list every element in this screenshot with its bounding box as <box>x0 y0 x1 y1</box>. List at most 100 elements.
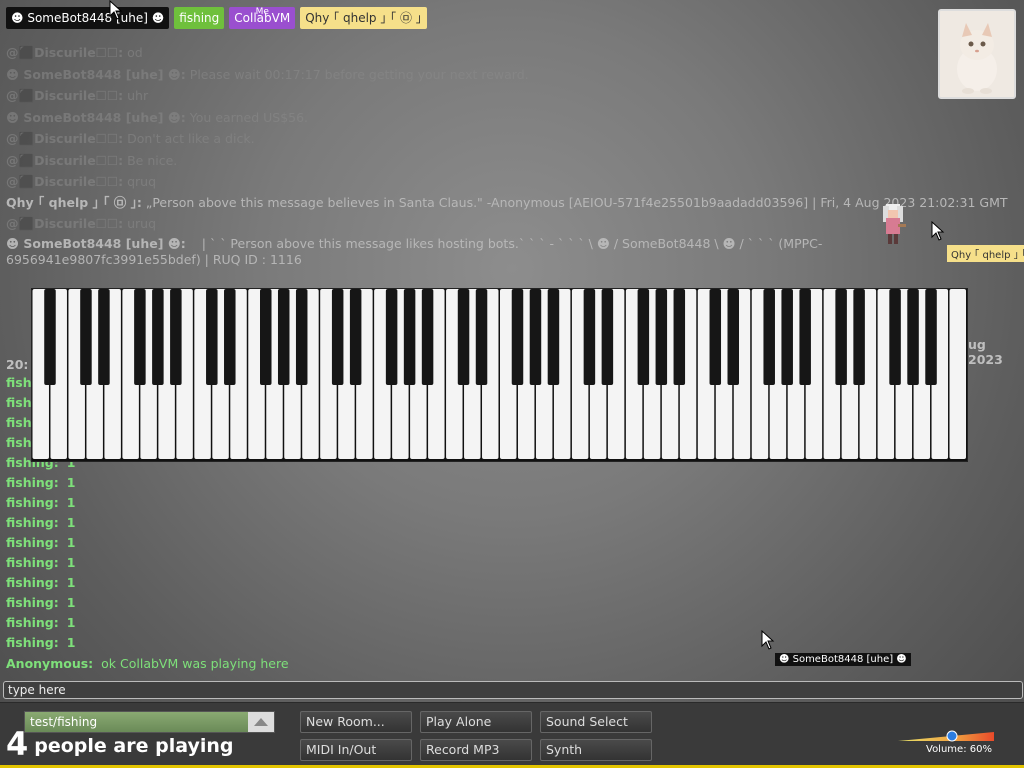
black-key[interactable] <box>457 289 470 385</box>
black-key[interactable] <box>170 289 182 385</box>
black-key[interactable] <box>925 289 937 385</box>
chat-nick: fishing: <box>6 515 59 530</box>
partial-date-text: ug 2023 <box>968 337 1003 367</box>
black-key[interactable] <box>727 289 740 385</box>
black-key[interactable] <box>529 289 542 385</box>
black-key[interactable] <box>709 289 722 385</box>
chat-message-fishing: fishing: 1 <box>6 513 75 533</box>
black-key[interactable] <box>655 289 668 385</box>
volume-track[interactable] <box>898 729 998 743</box>
chat-nick: fishing: <box>6 595 59 610</box>
chat-nick: fishing: <box>6 495 59 510</box>
user-name: ☻ SomeBot8448 [uhe] ☻ <box>11 11 165 25</box>
black-key[interactable] <box>277 289 290 385</box>
user-tag-somebot[interactable]: ☻ SomeBot8448 [uhe] ☻ <box>6 7 170 29</box>
user-name: Qhy ｢ qhelp ｣ ｢ ㉤ ｣ <box>305 11 422 25</box>
chat-message: @⬛Discurile☐☐: qruq <box>6 174 157 189</box>
chat-message-fishing: fishing: 1 <box>6 533 75 553</box>
chat-message-fishing: fishing: 1 <box>6 493 75 513</box>
cursor-label: Qhy ｢ qhelp ｣ ｢ <box>947 245 1024 262</box>
chat-text: 1 <box>66 635 76 650</box>
chat-text: 1 <box>66 535 76 550</box>
chat-nick: fishing: <box>6 535 59 550</box>
piano-keyboard[interactable] <box>31 288 968 462</box>
black-key[interactable] <box>206 289 218 385</box>
black-key[interactable] <box>98 289 110 385</box>
black-key[interactable] <box>134 289 146 385</box>
chat-nick: fishing: <box>6 635 59 650</box>
chat-nick: fishing: <box>6 575 59 590</box>
chat-message: @⬛Discurile☐☐: Don't act like a dick. <box>6 131 255 146</box>
black-key[interactable] <box>673 289 686 385</box>
sound-select-button[interactable]: Sound Select <box>540 711 652 733</box>
black-key[interactable] <box>385 289 398 385</box>
chat-nick: fishing: <box>6 555 59 570</box>
me-indicator: Me <box>255 7 269 17</box>
cursor-arrow-icon <box>761 630 775 650</box>
chat-text: 1 <box>66 615 76 630</box>
chevron-up-icon[interactable] <box>248 712 274 732</box>
black-key[interactable] <box>224 289 236 385</box>
volume-slider[interactable]: Volume: 60% <box>898 729 998 757</box>
chat-message: @⬛Discurile☐☐: uhr <box>6 88 149 103</box>
piano-keys[interactable] <box>32 289 967 461</box>
black-key[interactable] <box>421 289 434 385</box>
midi-button[interactable]: MIDI In/Out <box>300 739 412 761</box>
cursor-arrow-icon <box>109 0 123 20</box>
white-key[interactable] <box>949 289 966 459</box>
player-sprite <box>877 200 909 248</box>
play-alone-button[interactable]: Play Alone <box>420 711 532 733</box>
user-list: ☻ SomeBot8448 [uhe] ☻ fishing Me CollabVM… <box>6 7 427 29</box>
black-key[interactable] <box>583 289 596 385</box>
black-key[interactable] <box>475 289 488 385</box>
chat-input[interactable] <box>3 681 1023 699</box>
black-key[interactable] <box>403 289 416 385</box>
black-key[interactable] <box>260 289 272 385</box>
chat-text: 1 <box>66 555 76 570</box>
chat-message: @⬛Discurile☐☐: uruq <box>6 215 157 231</box>
cursor-arrow-icon <box>931 221 945 241</box>
bottom-bar: test/fishing 4 people are playing New Roo… <box>0 702 1024 768</box>
chat-message-fishing: fishing: 1 <box>6 553 75 573</box>
user-tag-fishing[interactable]: fishing <box>174 7 225 29</box>
chat-text: 1 <box>66 595 76 610</box>
black-key[interactable] <box>295 289 308 385</box>
chat-message-fishing: fishing: 1 <box>6 633 75 653</box>
chat-message-fishing: fishing: 1 <box>6 613 75 633</box>
black-key[interactable] <box>763 289 775 385</box>
chat-text: 1 <box>66 575 76 590</box>
black-key[interactable] <box>331 289 344 385</box>
partial-time-text: 20: <box>6 357 29 372</box>
chat-message-fishing: fishing: 1 <box>6 573 75 593</box>
black-key[interactable] <box>511 289 524 385</box>
black-key[interactable] <box>889 289 901 385</box>
user-tag-collabvm[interactable]: Me CollabVM <box>229 7 296 29</box>
user-tag-qhy[interactable]: Qhy ｢ qhelp ｣ ｢ ㉤ ｣ <box>300 7 427 29</box>
black-key[interactable] <box>637 289 650 385</box>
chat-message-fishing: fishing: 1 <box>6 473 75 493</box>
black-key[interactable] <box>547 289 560 385</box>
new-room-button[interactable]: New Room... <box>300 711 412 733</box>
black-key[interactable] <box>835 289 847 385</box>
black-key[interactable] <box>601 289 614 385</box>
player-count-number: 4 <box>6 725 29 763</box>
black-key[interactable] <box>907 289 919 385</box>
chat-message-fishing: fishing: 1 <box>6 593 75 613</box>
black-key[interactable] <box>853 289 865 385</box>
black-key[interactable] <box>80 289 92 385</box>
black-key[interactable] <box>44 289 56 385</box>
record-mp3-button[interactable]: Record MP3 <box>420 739 532 761</box>
volume-knob[interactable] <box>946 730 958 742</box>
chat-message-anonymous: Anonymous: ok CollabVM was playing here <box>6 656 289 671</box>
user-name: fishing <box>179 11 220 25</box>
chat-log: @⬛Discurile☐☐: od ☻ SomeBot8448 [uhe] ☻: P… <box>6 42 1016 270</box>
chat-message: @⬛Discurile☐☐: Be nice. <box>6 152 178 168</box>
black-key[interactable] <box>152 289 164 385</box>
black-key[interactable] <box>799 289 811 385</box>
chat-message: ☻ SomeBot8448 [uhe] ☻: You earned US$56. <box>6 109 309 125</box>
black-key[interactable] <box>781 289 793 385</box>
synth-button[interactable]: Synth <box>540 739 652 761</box>
chat-text: 1 <box>66 515 76 530</box>
chat-text: 1 <box>66 475 76 490</box>
black-key[interactable] <box>349 289 362 385</box>
